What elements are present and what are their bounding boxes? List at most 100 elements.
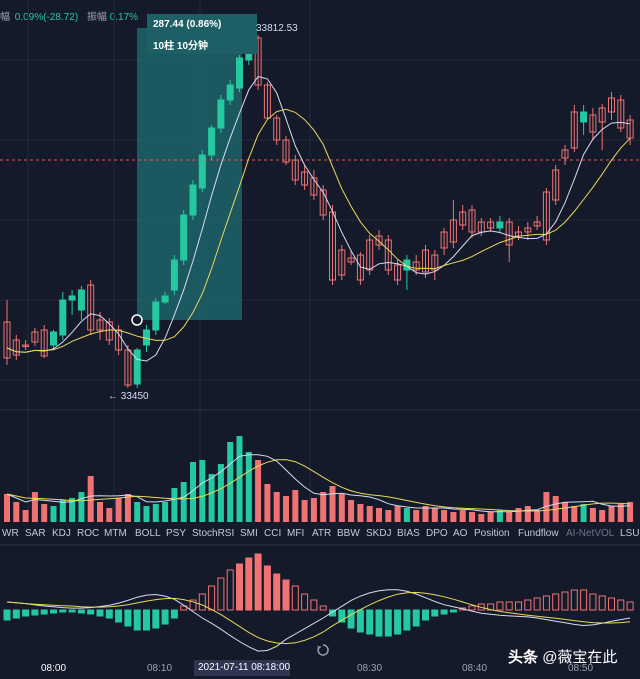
macd-dif-line: [6, 589, 631, 652]
candle-body: [161, 295, 169, 303]
indicator-atr[interactable]: ATR: [312, 528, 331, 539]
price-chart[interactable]: [0, 0, 640, 660]
macd-bar: [570, 589, 578, 611]
trading-chart-app: 幅 0.09%(-28.72) 振幅 0.17% 287.44 (0.86%) …: [0, 0, 640, 679]
volume-bar: [301, 500, 308, 522]
macd-bar: [40, 609, 48, 615]
indicator-bias[interactable]: BIAS: [397, 528, 420, 539]
macd-bar: [533, 597, 541, 611]
volume-bar: [589, 508, 596, 522]
indicator-fundflow[interactable]: Fundflow: [518, 528, 559, 539]
volume-bar: [394, 506, 401, 522]
indicator-kdj[interactable]: KDJ: [52, 528, 71, 539]
macd-bar: [496, 601, 504, 611]
macd-bar: [356, 609, 364, 633]
macd-bar: [431, 609, 439, 617]
indicator-roc[interactable]: ROC: [77, 528, 99, 539]
reset-icon[interactable]: [316, 643, 330, 657]
indicator-position[interactable]: Position: [474, 528, 510, 539]
macd-bar: [273, 573, 281, 611]
macd-bar: [515, 601, 522, 611]
indicator-mtm[interactable]: MTM: [104, 528, 127, 539]
volume-bar: [515, 508, 522, 522]
volume-bar: [31, 492, 38, 522]
macd-bar: [319, 605, 327, 611]
volume-bar: [506, 512, 513, 522]
candle-body: [59, 299, 67, 336]
volume-bar: [134, 502, 141, 522]
volume-bar: [487, 512, 494, 522]
indicator-ao[interactable]: AO: [453, 528, 467, 539]
candle-body: [198, 154, 206, 189]
volume-bar: [59, 500, 66, 522]
macd-bar: [505, 601, 513, 611]
macd-bar: [440, 609, 448, 615]
indicator-boll[interactable]: BOLL: [135, 528, 161, 539]
macd-bar: [161, 609, 169, 625]
indicator-stochrsi[interactable]: StochRSI: [192, 528, 234, 539]
indicator-ai-netvol[interactable]: AI-NetVOL: [566, 528, 614, 539]
volume-bar: [320, 492, 327, 522]
volume-bar: [441, 510, 448, 522]
volume-bar: [245, 452, 252, 522]
volume-bar: [580, 504, 587, 522]
volume-bar: [478, 514, 485, 522]
macd-bar: [50, 609, 57, 614]
volume-bar: [273, 492, 280, 522]
volume-bar: [180, 482, 187, 522]
indicator-psy[interactable]: PSY: [166, 528, 186, 539]
volume-bar: [459, 510, 466, 522]
volume-bar: [376, 508, 382, 522]
indicator-sar[interactable]: SAR: [25, 528, 46, 539]
macd-bar: [384, 609, 392, 637]
macd-bar: [412, 609, 420, 627]
watermark-handle: @薇宝在此: [542, 649, 618, 666]
indicator-skdj[interactable]: SKDJ: [366, 528, 392, 539]
volume-bar: [385, 510, 392, 522]
indicator-bbw[interactable]: BBW: [337, 528, 360, 539]
volume-bar: [403, 508, 410, 522]
indicator-mfi[interactable]: MFI: [287, 528, 304, 539]
low-price-label: ← 33450: [108, 391, 149, 402]
macd-bar: [626, 601, 634, 611]
macd-bar: [542, 595, 550, 611]
volume-bar: [450, 512, 457, 522]
indicator-dpo[interactable]: DPO: [426, 528, 448, 539]
volume-bar: [431, 508, 438, 522]
macd-bar: [152, 609, 160, 629]
indicator-smi[interactable]: SMI: [240, 528, 258, 539]
volume-bar: [50, 506, 57, 522]
macd-bar: [291, 585, 299, 611]
volume-bar: [562, 502, 568, 522]
candle-body: [170, 259, 178, 291]
candle-body: [77, 289, 85, 311]
selection-range: [137, 28, 242, 320]
indicator-cci[interactable]: CCI: [264, 528, 281, 539]
volume-bar: [87, 476, 94, 522]
macd-bar: [254, 553, 262, 611]
volume-bar: [41, 504, 48, 522]
volume-bar: [97, 502, 103, 522]
volume-bar: [143, 506, 150, 522]
candle-body: [180, 214, 188, 261]
volume-bar: [208, 474, 215, 522]
macd-bar: [589, 593, 597, 611]
volume-bar: [627, 502, 634, 522]
volume-bar: [413, 510, 420, 522]
watermark-brand: 头条: [508, 649, 539, 666]
macd-bar: [301, 593, 309, 611]
selection-tooltip: 287.44 (0.86%) 10柱 10分钟: [147, 14, 257, 54]
macd-bar: [310, 599, 318, 611]
crosshair-time-text: 2021-07-11 08:18:00: [198, 662, 291, 673]
macd-bar: [12, 609, 20, 619]
time-label-0810: 08:10: [147, 663, 173, 674]
watermark: 头条 @薇宝在此: [508, 646, 617, 667]
macd-bar: [617, 599, 625, 611]
volume-bar: [162, 502, 169, 522]
indicator-lsu[interactable]: LSU: [620, 528, 639, 539]
macd-bar: [263, 565, 271, 611]
macd-bar: [347, 609, 355, 629]
candle-body: [496, 221, 504, 229]
indicator-wr[interactable]: WR: [2, 528, 19, 539]
volume-bar: [13, 502, 20, 522]
